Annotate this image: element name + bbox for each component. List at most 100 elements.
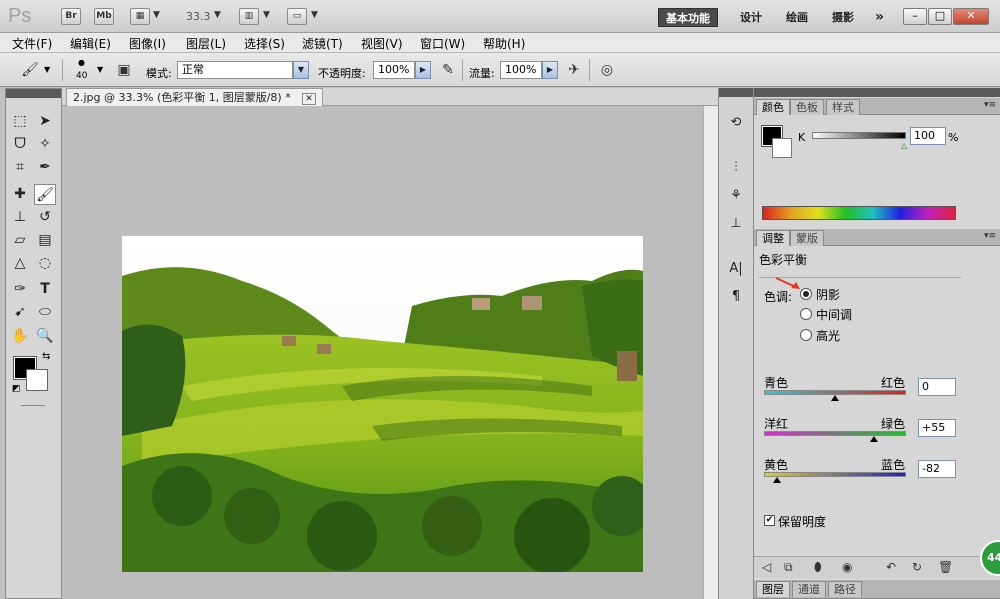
chevron-down-icon[interactable]: ▼	[153, 10, 160, 20]
chevron-down-icon[interactable]: ▼	[214, 10, 221, 20]
pen-tool-icon[interactable]: ✑	[9, 279, 31, 300]
hand-tool-icon[interactable]: ✋	[9, 326, 31, 347]
paragraph-panel-icon[interactable]: ¶	[725, 287, 747, 307]
menu-file[interactable]: 文件(F)	[12, 35, 52, 52]
expand-view-icon[interactable]: ⧉	[784, 560, 793, 575]
panel-menu-icon[interactable]: ▾≡	[984, 100, 996, 110]
slider-thumb[interactable]	[831, 395, 839, 401]
marquee-tool-icon[interactable]: ⬚	[9, 111, 31, 132]
healing-brush-icon[interactable]: ✚	[9, 184, 31, 205]
clone-stamp-icon[interactable]: ⊥	[9, 207, 31, 228]
chevron-right-icon[interactable]: ▶	[542, 61, 558, 79]
tab-paths[interactable]: 路径	[828, 581, 862, 597]
radio-midtones-label[interactable]: 中间调	[816, 306, 852, 323]
tab-color[interactable]: 颜色	[756, 99, 790, 115]
background-color-swatch[interactable]	[772, 138, 792, 158]
cyan-red-input[interactable]: 0	[918, 378, 956, 396]
airbrush-icon[interactable]: ✈	[564, 60, 584, 80]
previous-state-icon[interactable]: ↶	[886, 560, 896, 574]
eraser-icon[interactable]: ▱	[9, 230, 31, 251]
zoom-level[interactable]: 33.3	[186, 10, 211, 23]
pressure-size-icon[interactable]: ◎	[597, 60, 617, 80]
tools-panel-header[interactable]	[6, 89, 61, 98]
reset-icon[interactable]: ↻	[912, 560, 922, 574]
close-button[interactable]: ✕	[953, 8, 989, 25]
document-tab[interactable]: 2.jpg @ 33.3% (色彩平衡 1, 图层蒙版/8) * ✕	[66, 88, 323, 106]
workspace-essentials[interactable]: 基本功能	[658, 8, 718, 27]
default-colors-icon[interactable]: ◩	[12, 384, 21, 394]
slider-thumb-icon[interactable]: △	[901, 141, 907, 150]
ellipse-tool-icon[interactable]: ⬭	[34, 302, 56, 323]
chevron-down-icon[interactable]: ▼	[44, 65, 50, 74]
close-tab-icon[interactable]: ✕	[302, 93, 316, 105]
lasso-tool-icon[interactable]: ᗜ	[9, 134, 31, 155]
history-brush-icon[interactable]: ↺	[34, 207, 56, 228]
preserve-luminosity-checkbox[interactable]: ✔	[764, 515, 775, 526]
tab-masks[interactable]: 蒙版	[790, 230, 824, 246]
vertical-scrollbar[interactable]	[703, 106, 718, 599]
k-slider-track[interactable]	[812, 132, 906, 139]
menu-edit[interactable]: 编辑(E)	[70, 35, 111, 52]
color-spectrum-ramp[interactable]	[762, 206, 956, 220]
background-color-swatch[interactable]	[26, 369, 48, 391]
dock-header[interactable]	[719, 88, 753, 97]
yellow-blue-slider[interactable]	[764, 472, 906, 477]
document-image[interactable]	[122, 236, 643, 572]
chevron-down-icon[interactable]: ▼	[97, 65, 103, 74]
view-extras-button[interactable]: ▦	[130, 8, 150, 25]
magenta-green-slider[interactable]	[764, 431, 906, 436]
magenta-green-input[interactable]: +55	[918, 419, 956, 437]
yellow-blue-input[interactable]: -82	[918, 460, 956, 478]
menu-view[interactable]: 视图(V)	[361, 35, 403, 52]
radio-highlights-label[interactable]: 高光	[816, 327, 840, 344]
dodge-tool-icon[interactable]: ◌	[34, 253, 56, 274]
move-tool-icon[interactable]: ➤	[34, 111, 56, 132]
magic-wand-icon[interactable]: ✧	[34, 134, 56, 155]
back-arrow-icon[interactable]: ◁	[762, 560, 771, 574]
brush-panel-icon[interactable]: ⚘	[725, 186, 747, 206]
brush-tool-icon[interactable]: 🖌	[20, 60, 40, 80]
tab-layers[interactable]: 图层	[756, 581, 790, 597]
k-value-input[interactable]: 100	[910, 127, 946, 145]
chevron-right-icon[interactable]: ▶	[415, 61, 431, 79]
bridge-button[interactable]: Br	[61, 8, 81, 25]
tab-adjustments[interactable]: 调整	[756, 230, 790, 246]
chevron-down-icon[interactable]: ▼	[263, 10, 270, 20]
radio-midtones[interactable]	[800, 308, 812, 320]
eyedropper-icon[interactable]: ✒	[34, 157, 56, 178]
flow-input[interactable]: 100%	[500, 61, 542, 79]
history-panel-icon[interactable]: ⟲	[725, 113, 747, 133]
screen-mode-button[interactable]: ▭	[287, 8, 307, 25]
radio-highlights[interactable]	[800, 329, 812, 341]
mini-bridge-button[interactable]: Mb	[94, 8, 114, 25]
gradient-icon[interactable]: ▤	[34, 230, 56, 251]
crop-tool-icon[interactable]: ⌗	[9, 157, 31, 178]
clip-layer-icon[interactable]: ⬮	[814, 560, 822, 575]
radio-shadows-label[interactable]: 阴影	[816, 286, 840, 303]
clone-source-icon[interactable]: ⊥	[725, 214, 747, 234]
character-panel-icon[interactable]: A|	[725, 259, 747, 279]
menu-layer[interactable]: 图层(L)	[186, 35, 226, 52]
maximize-button[interactable]: □	[928, 8, 952, 25]
menu-window[interactable]: 窗口(W)	[420, 35, 465, 52]
panel-column-header[interactable]	[754, 88, 1000, 97]
slider-thumb[interactable]	[870, 436, 879, 442]
minimize-button[interactable]: –	[903, 8, 927, 25]
workspace-painting[interactable]: 绘画	[779, 8, 815, 27]
tab-swatches[interactable]: 色板	[790, 99, 824, 115]
workspace-design[interactable]: 设计	[733, 8, 769, 27]
pressure-opacity-icon[interactable]: ✎	[438, 60, 458, 80]
chevron-down-icon[interactable]: ▼	[311, 10, 318, 20]
brush-panel-icon[interactable]: ▣	[114, 60, 134, 80]
menu-image[interactable]: 图像(I)	[129, 35, 166, 52]
tab-styles[interactable]: 样式	[826, 99, 860, 115]
brush-size[interactable]: 40	[76, 71, 87, 81]
slider-thumb[interactable]	[772, 477, 781, 483]
menu-select[interactable]: 选择(S)	[244, 35, 285, 52]
tab-channels[interactable]: 通道	[792, 581, 826, 597]
menu-filter[interactable]: 滤镜(T)	[302, 35, 343, 52]
panel-menu-icon[interactable]: ▾≡	[984, 231, 996, 241]
mode-select[interactable]: 正常	[177, 61, 293, 79]
menu-help[interactable]: 帮助(H)	[483, 35, 525, 52]
type-tool-icon[interactable]: T	[34, 279, 56, 300]
